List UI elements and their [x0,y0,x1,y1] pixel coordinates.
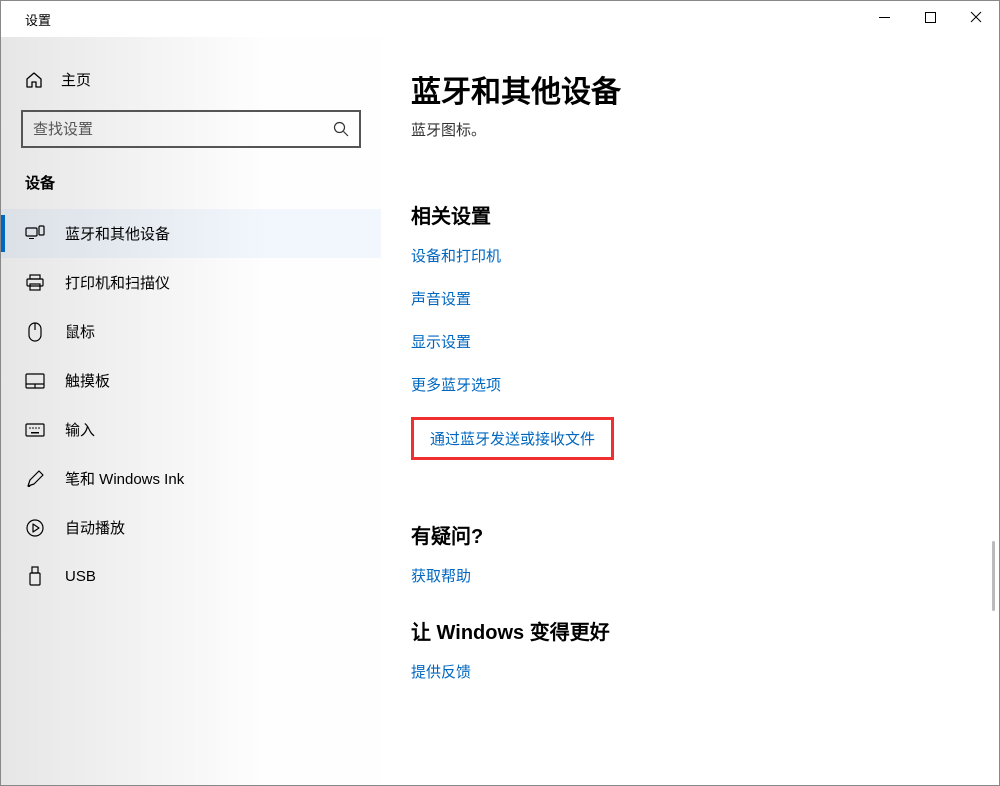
devices-icon [25,224,45,244]
maximize-button[interactable] [907,1,953,33]
sidebar-item-pen[interactable]: 笔和 Windows Ink [1,454,381,503]
link-get-help[interactable]: 获取帮助 [411,565,471,586]
improve-heading: 让 Windows 变得更好 [411,616,959,645]
sidebar-item-usb[interactable]: USB [1,552,381,600]
sidebar-item-touchpad[interactable]: 触摸板 [1,356,381,405]
search-input[interactable] [33,121,333,138]
minimize-button[interactable] [861,1,907,33]
link-display-settings[interactable]: 显示设置 [411,331,471,352]
home-label: 主页 [61,69,91,90]
home-icon [25,71,43,89]
home-nav[interactable]: 主页 [1,57,381,102]
content-pane: 蓝牙和其他设备 蓝牙图标。 相关设置 设备和打印机 声音设置 显示设置 更多蓝牙… [381,37,999,785]
sidebar-item-bluetooth[interactable]: 蓝牙和其他设备 [1,209,381,258]
touchpad-icon [25,371,45,391]
sidebar-item-label: 鼠标 [65,321,95,342]
sidebar-item-label: 输入 [65,419,95,440]
sidebar-item-label: USB [65,568,96,585]
search-icon [333,121,349,137]
sidebar: 主页 设备 蓝牙和其他设备 [1,37,381,785]
search-container [21,110,361,148]
sidebar-item-autoplay[interactable]: 自动播放 [1,503,381,552]
sidebar-item-label: 触摸板 [65,370,110,391]
printer-icon [25,273,45,293]
related-settings-heading: 相关设置 [411,200,959,229]
autoplay-icon [25,518,45,538]
close-button[interactable] [953,1,999,33]
window-controls [861,1,999,33]
sidebar-item-label: 自动播放 [65,517,125,538]
sidebar-item-printers[interactable]: 打印机和扫描仪 [1,258,381,307]
sidebar-section-label: 设备 [1,168,381,209]
pen-icon [25,469,45,489]
keyboard-icon [25,420,45,440]
link-feedback[interactable]: 提供反馈 [411,661,471,682]
sidebar-item-typing[interactable]: 输入 [1,405,381,454]
link-devices-printers[interactable]: 设备和打印机 [411,245,501,266]
link-more-bluetooth[interactable]: 更多蓝牙选项 [411,374,501,395]
window-title: 设置 [25,10,51,29]
link-send-receive-bluetooth[interactable]: 通过蓝牙发送或接收文件 [430,428,595,449]
mouse-icon [25,322,45,342]
titlebar: 设置 [1,1,999,37]
sidebar-item-label: 蓝牙和其他设备 [65,223,170,244]
sidebar-item-label: 笔和 Windows Ink [65,468,184,489]
sidebar-item-mouse[interactable]: 鼠标 [1,307,381,356]
page-subtext: 蓝牙图标。 [411,119,959,140]
scrollbar-thumb[interactable] [992,541,995,611]
question-heading: 有疑问? [411,520,959,549]
highlight-annotation: 通过蓝牙发送或接收文件 [411,417,614,460]
search-box[interactable] [21,110,361,148]
page-heading: 蓝牙和其他设备 [411,67,959,111]
link-sound-settings[interactable]: 声音设置 [411,288,471,309]
usb-icon [25,566,45,586]
sidebar-item-label: 打印机和扫描仪 [65,272,170,293]
